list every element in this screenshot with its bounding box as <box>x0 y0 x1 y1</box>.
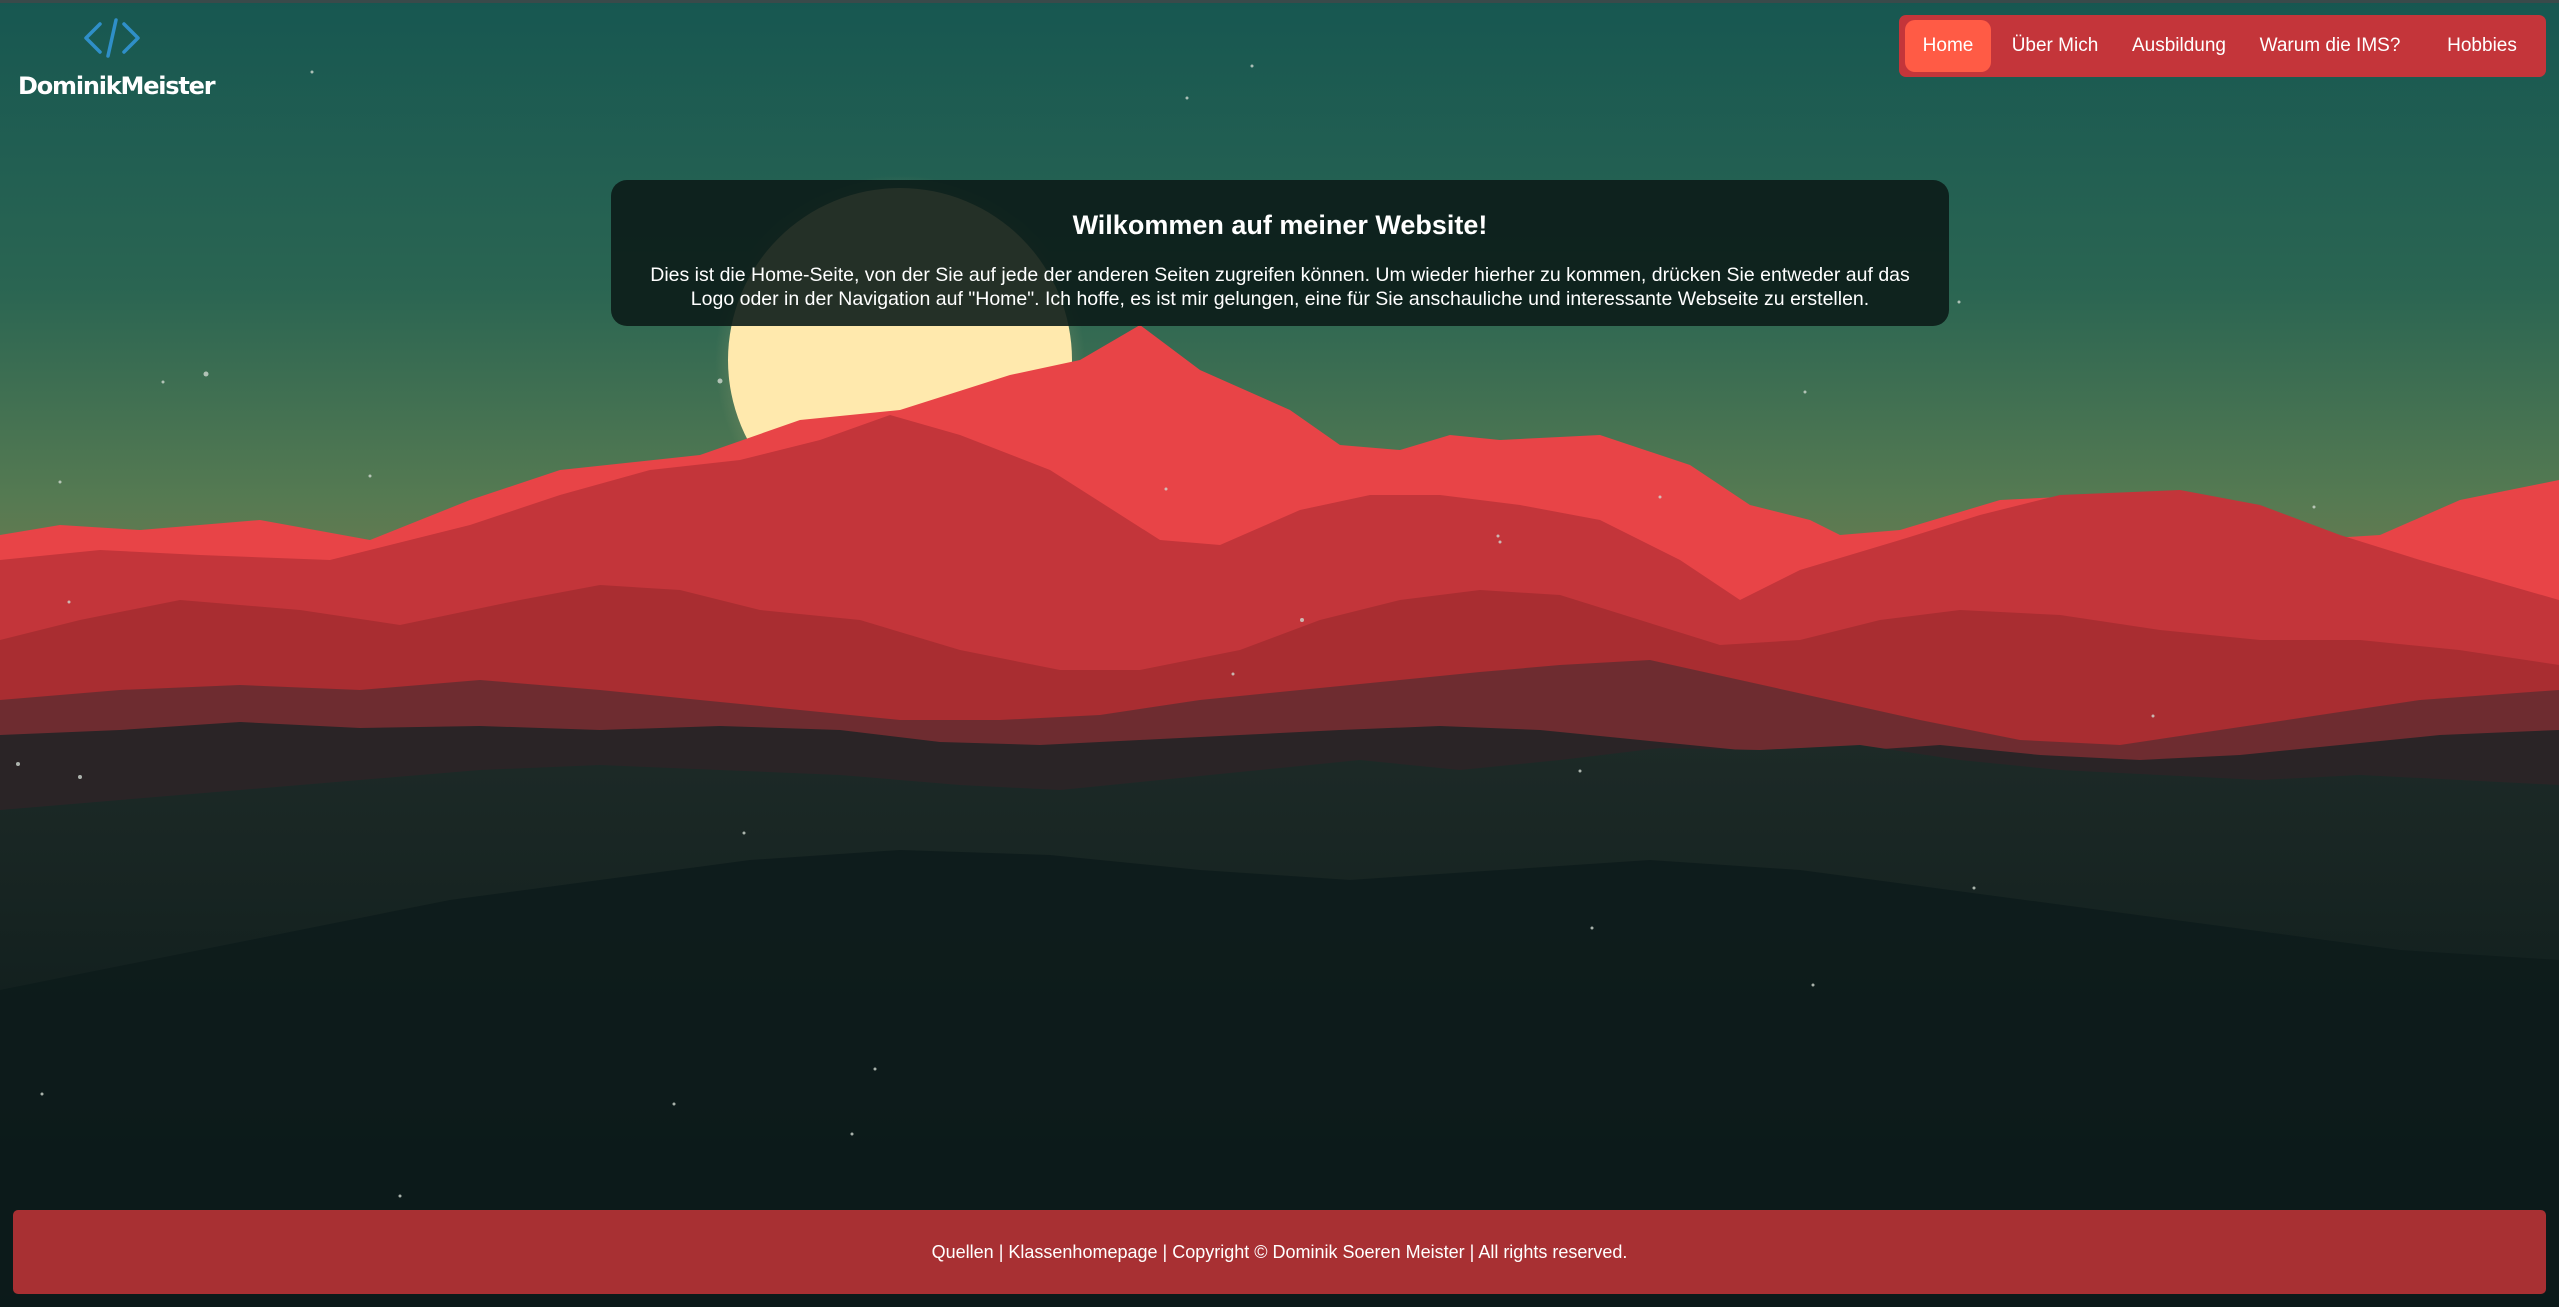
footer-link-klassenhomepage[interactable]: Klassenhomepage <box>1008 1242 1157 1262</box>
nav-item-home[interactable]: Home <box>1905 20 1991 72</box>
nav-item-hobbies[interactable]: Hobbies <box>2424 20 2540 72</box>
nav-item-ausbildung[interactable]: Ausbildung <box>2121 20 2237 72</box>
code-brackets-icon <box>84 18 140 58</box>
footer-separator: | <box>1162 1242 1168 1262</box>
welcome-title: Wilkommen auf meiner Website! <box>1072 210 1488 240</box>
top-border <box>0 0 2559 3</box>
welcome-box: Wilkommen auf meiner Website! Dies ist d… <box>611 180 1949 326</box>
welcome-text: Dies ist die Home-Seite, von der Sie auf… <box>650 264 1910 310</box>
nav-item-warum-ims[interactable]: Warum die IMS? <box>2251 20 2409 72</box>
footer: Quellen | Klassenhomepage | Copyright © … <box>13 1210 2546 1294</box>
page: DominikMeister Home Über Mich Ausbildung… <box>0 0 2559 1307</box>
footer-separator: | <box>998 1242 1004 1262</box>
logo-link[interactable]: DominikMeister <box>18 16 216 106</box>
logo-text: DominikMeister <box>18 72 216 100</box>
nav-item-ueber-mich[interactable]: Über Mich <box>2002 20 2108 72</box>
footer-link-quellen[interactable]: Quellen <box>932 1242 994 1262</box>
footer-rights: All rights reserved. <box>1478 1242 1628 1262</box>
footer-separator: | <box>1469 1242 1475 1262</box>
main-navigation: Home Über Mich Ausbildung Warum die IMS?… <box>1899 15 2546 77</box>
footer-copyright: Copyright © Dominik Soeren Meister <box>1172 1242 1465 1262</box>
